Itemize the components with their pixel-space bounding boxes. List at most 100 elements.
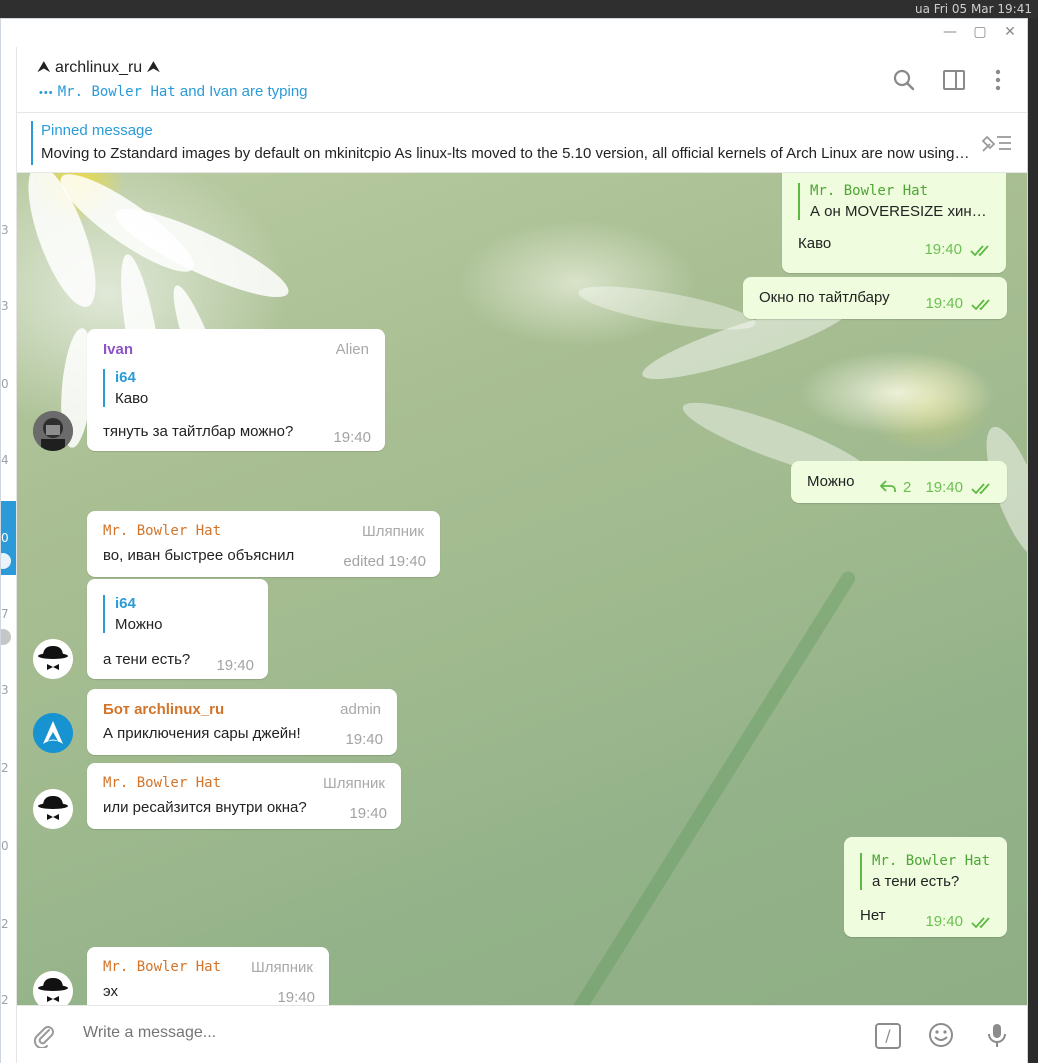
double-check-icon [971, 917, 990, 929]
chat-area[interactable]: Mr. Bowler Hat А он MOVERESIZE хин… Каво… [17, 173, 1027, 1005]
reply-quote[interactable]: Mr. Bowler Hat а тени есть? [860, 853, 990, 890]
message-bubble-incoming[interactable]: Mr. Bowler Hat Шляпник эх 19:40 [87, 947, 329, 1005]
message-time: 19:40 [216, 657, 254, 674]
avatar-bowler-hat[interactable] [33, 789, 73, 829]
message-text: во, иван быстрее объяснил [103, 547, 295, 564]
chat-title[interactable]: ⮝ archlinux_ru ⮝ [37, 59, 160, 77]
pinned-text: Moving to Zstandard images by default on… [41, 145, 971, 162]
message-bubble-outgoing[interactable]: Mr. Bowler Hat а тени есть? Нет 19:40 [844, 837, 1007, 937]
message-bubble-incoming[interactable]: Бот archlinux_ru admin А приключения сар… [87, 689, 397, 755]
chat-list-count: 2 [1, 917, 9, 931]
chat-list-count: 0 [1, 839, 9, 853]
mic-icon[interactable] [983, 1021, 1011, 1049]
reply-text: А он MOVERESIZE хин… [810, 203, 987, 220]
reply-author: i64 [115, 595, 136, 612]
sender-role: Шляпник [251, 959, 313, 976]
message-bubble-outgoing[interactable]: Можно 2 19:40 [791, 461, 1007, 503]
attach-icon[interactable] [31, 1022, 57, 1050]
window-controls: — ▢ ✕ [1, 19, 1027, 47]
search-icon[interactable] [891, 67, 917, 93]
close-icon[interactable]: ✕ [1001, 23, 1019, 41]
message-composer: / [17, 1005, 1027, 1063]
sender-role: Шляпник [323, 775, 385, 792]
message-time: 19:40 [345, 731, 383, 748]
chat-list-count: 7 [1, 607, 9, 621]
message-time: 19:40 [925, 295, 963, 312]
chat-header: ⮝ archlinux_ru ⮝ ••• Mr. Bowler Hat and … [17, 47, 1027, 113]
message-text: тянуть за тайтлбар можно? [103, 423, 294, 440]
message-time: 19:40 [349, 805, 387, 822]
sender-role: Alien [335, 341, 369, 358]
message-text: Каво [798, 235, 832, 252]
chat-list-count: 3 [1, 223, 9, 237]
bot-command-button[interactable]: / [875, 1023, 901, 1049]
minimize-icon[interactable]: — [941, 23, 959, 41]
maximize-icon[interactable]: ▢ [971, 23, 989, 41]
reply-author: Mr. Bowler Hat [872, 853, 991, 869]
pinned-title: Pinned message [41, 122, 153, 139]
message-text: Окно по тайтлбару [759, 289, 890, 306]
avatar-ivan[interactable] [33, 411, 73, 451]
emoji-icon[interactable] [927, 1021, 955, 1049]
message-input[interactable] [83, 1024, 783, 1042]
reply-quote[interactable]: i64 Можно [103, 595, 163, 633]
sender-name[interactable]: Mr. Bowler Hat [103, 523, 221, 539]
message-time: 19:40 [925, 913, 963, 930]
chat-list-count: 0 [1, 377, 9, 391]
chat-list-count: 4 [1, 453, 9, 467]
system-top-bar: ua Fri 05 Mar 19:41 [0, 0, 1038, 18]
chat-list-count: 0 [1, 531, 9, 545]
message-time: 19:40 [277, 989, 315, 1005]
more-vert-icon[interactable] [985, 67, 1011, 93]
double-check-icon [971, 483, 990, 495]
message-text: Нет [860, 907, 886, 924]
telegram-window: — ▢ ✕ 3 3 0 4 0 7 3 2 0 2 2 ⮝ archlinux_… [0, 18, 1028, 1063]
avatar-bowler-hat[interactable] [33, 971, 73, 1005]
message-bubble-incoming[interactable]: Mr. Bowler Hat Шляпник во, иван быстрее … [87, 511, 440, 577]
reply-author: i64 [115, 369, 136, 386]
chat-list-count: 2 [1, 761, 9, 775]
sender-name[interactable]: Бот archlinux_ru [103, 701, 224, 718]
message-bubble-outgoing[interactable]: Mr. Bowler Hat А он MOVERESIZE хин… Каво… [782, 173, 1006, 273]
message-text: эх [103, 983, 118, 1000]
reply-text: Каво [115, 390, 149, 407]
typing-indicator: ••• Mr. Bowler Hat and Ivan are typing [39, 83, 308, 100]
message-time: 19:40 [924, 241, 962, 258]
sender-name[interactable]: Mr. Bowler Hat [103, 775, 221, 791]
message-bubble-outgoing[interactable]: Окно по тайтлбару 19:40 [743, 277, 1007, 319]
message-text: А приключения сары джейн! [103, 725, 301, 742]
typing-text: and Ivan are typing [175, 83, 308, 100]
double-check-icon [971, 299, 990, 311]
sender-name[interactable]: Ivan [103, 341, 133, 358]
reply-quote[interactable]: Mr. Bowler Hat А он MOVERESIZE хин… [798, 183, 987, 220]
chat-list-panel[interactable]: 3 3 0 4 0 7 3 2 0 2 2 [1, 47, 17, 1063]
pinned-message-bar[interactable]: Pinned message Moving to Zstandard image… [17, 113, 1027, 173]
sender-name[interactable]: Mr. Bowler Hat [103, 959, 221, 975]
chat-list-count: 3 [1, 299, 9, 313]
chat-list-count: 3 [1, 683, 9, 697]
system-clock: ua Fri 05 Mar 19:41 [914, 2, 1032, 16]
sender-role: Шляпник [362, 523, 424, 540]
typing-user-name: Mr. Bowler Hat [57, 84, 176, 100]
sidebar-toggle-icon[interactable] [941, 67, 967, 93]
message-bubble-incoming[interactable]: Ivan Alien i64 Каво тянуть за тайтлбар м… [87, 329, 385, 451]
message-text: Можно [807, 473, 855, 490]
window-edge [1028, 18, 1038, 1063]
sender-role: admin [340, 701, 381, 718]
typing-dots: ••• [39, 87, 54, 99]
unpin-icon[interactable] [979, 131, 1013, 155]
avatar-bowler-hat[interactable] [33, 639, 73, 679]
reply-arrow-icon[interactable] [879, 479, 897, 493]
replies-count[interactable]: 2 [903, 479, 911, 496]
reply-author: Mr. Bowler Hat [810, 183, 929, 199]
message-time: 19:40 [333, 429, 371, 446]
message-text: или ресайзится внутри окна? [103, 799, 307, 816]
avatar-bot[interactable] [33, 713, 73, 753]
message-time: 19:40 [925, 479, 963, 496]
unread-dot [1, 629, 11, 645]
reply-quote[interactable]: i64 Каво [103, 369, 148, 407]
message-bubble-incoming[interactable]: i64 Можно а тени есть? 19:40 [87, 579, 268, 679]
message-time: edited 19:40 [343, 553, 426, 570]
message-bubble-incoming[interactable]: Mr. Bowler Hat Шляпник или ресайзится вн… [87, 763, 401, 829]
reply-text: Можно [115, 616, 163, 633]
